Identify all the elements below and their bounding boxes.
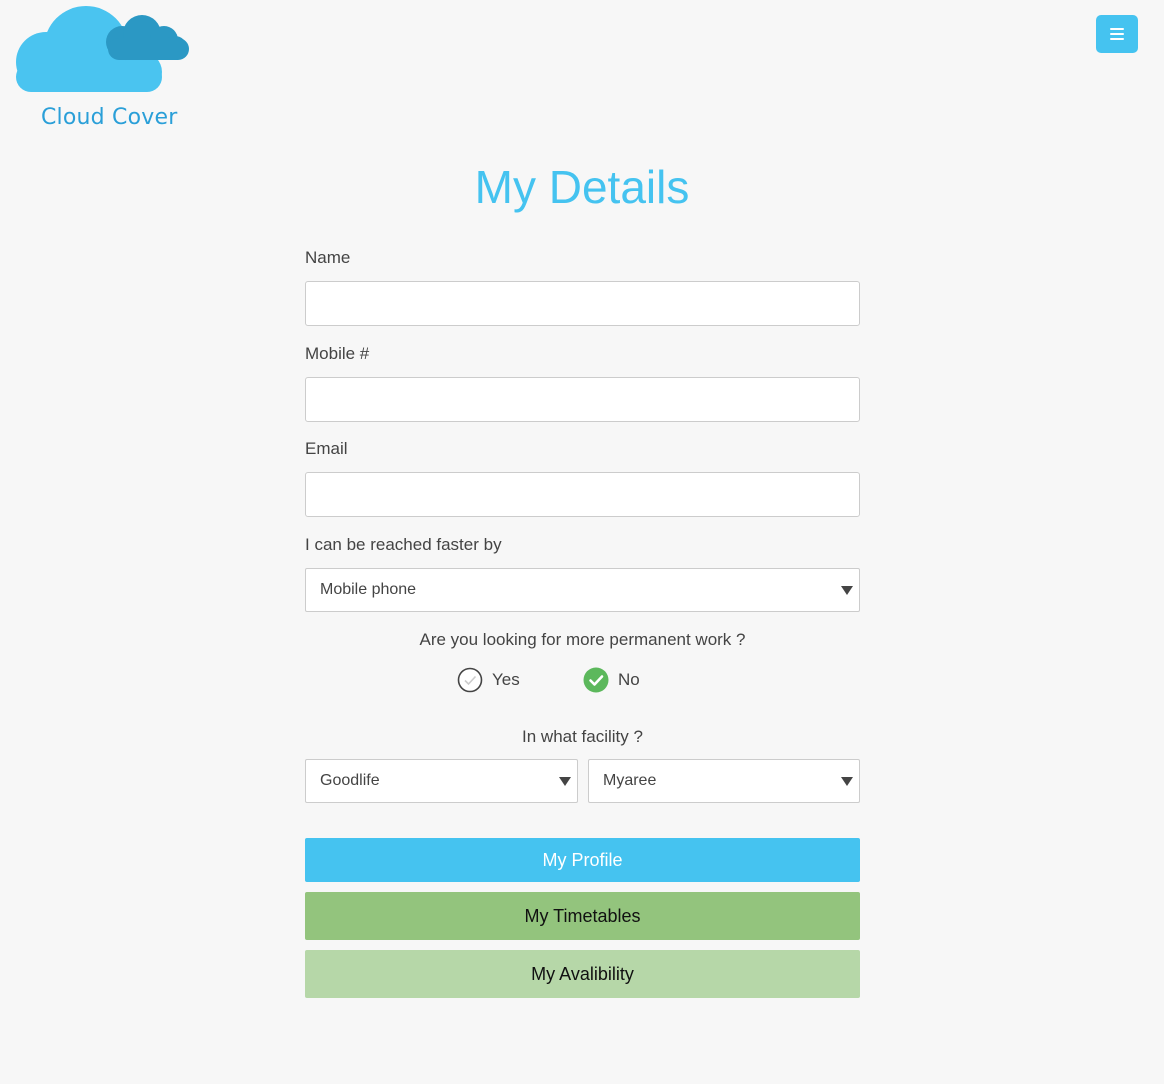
logo[interactable]: Cloud Cover	[14, 4, 194, 134]
page-title: My Details	[474, 161, 690, 213]
cloud-logo-icon	[16, 6, 189, 92]
my-availability-button[interactable]: My Avalibility	[305, 950, 860, 998]
check-circle-icon	[583, 667, 609, 693]
caret-down-icon	[841, 777, 853, 786]
my-timetables-button[interactable]: My Timetables	[305, 892, 860, 940]
radio-no[interactable]: No	[583, 667, 640, 693]
page: Cloud Cover My Details Name Mobile # Ema…	[0, 0, 1164, 1084]
facility-select-2-value: Myaree	[603, 772, 657, 789]
contact-method-value: Mobile phone	[320, 581, 417, 598]
facility-select-1-value: Goodlife	[320, 772, 380, 789]
permanent-work-options: Yes No	[457, 667, 717, 695]
mobile-field[interactable]	[305, 377, 860, 422]
facility-select-1[interactable]: Goodlife	[305, 759, 578, 803]
permanent-work-question: Are you looking for more permanent work …	[419, 630, 746, 649]
facility-select-2[interactable]: Myaree	[588, 759, 860, 803]
caret-down-icon	[559, 777, 571, 786]
my-profile-button[interactable]: My Profile	[305, 838, 860, 882]
contact-method-label: I can be reached faster by	[305, 535, 502, 554]
menu-button[interactable]	[1096, 15, 1138, 53]
radio-yes-label: Yes	[492, 670, 520, 689]
facility-question: In what facility ?	[522, 727, 643, 746]
logo-text: Cloud Cover	[41, 105, 178, 130]
radio-yes[interactable]: Yes	[457, 667, 520, 693]
mobile-label: Mobile #	[305, 344, 370, 363]
unchecked-circle-icon	[457, 667, 483, 693]
email-label: Email	[305, 439, 348, 458]
name-label: Name	[305, 248, 351, 267]
caret-down-icon	[841, 586, 853, 595]
bars-icon	[1110, 28, 1124, 40]
radio-no-label: No	[618, 670, 640, 689]
name-field[interactable]	[305, 281, 860, 326]
contact-method-select[interactable]: Mobile phone	[305, 568, 860, 612]
email-field[interactable]	[305, 472, 860, 517]
